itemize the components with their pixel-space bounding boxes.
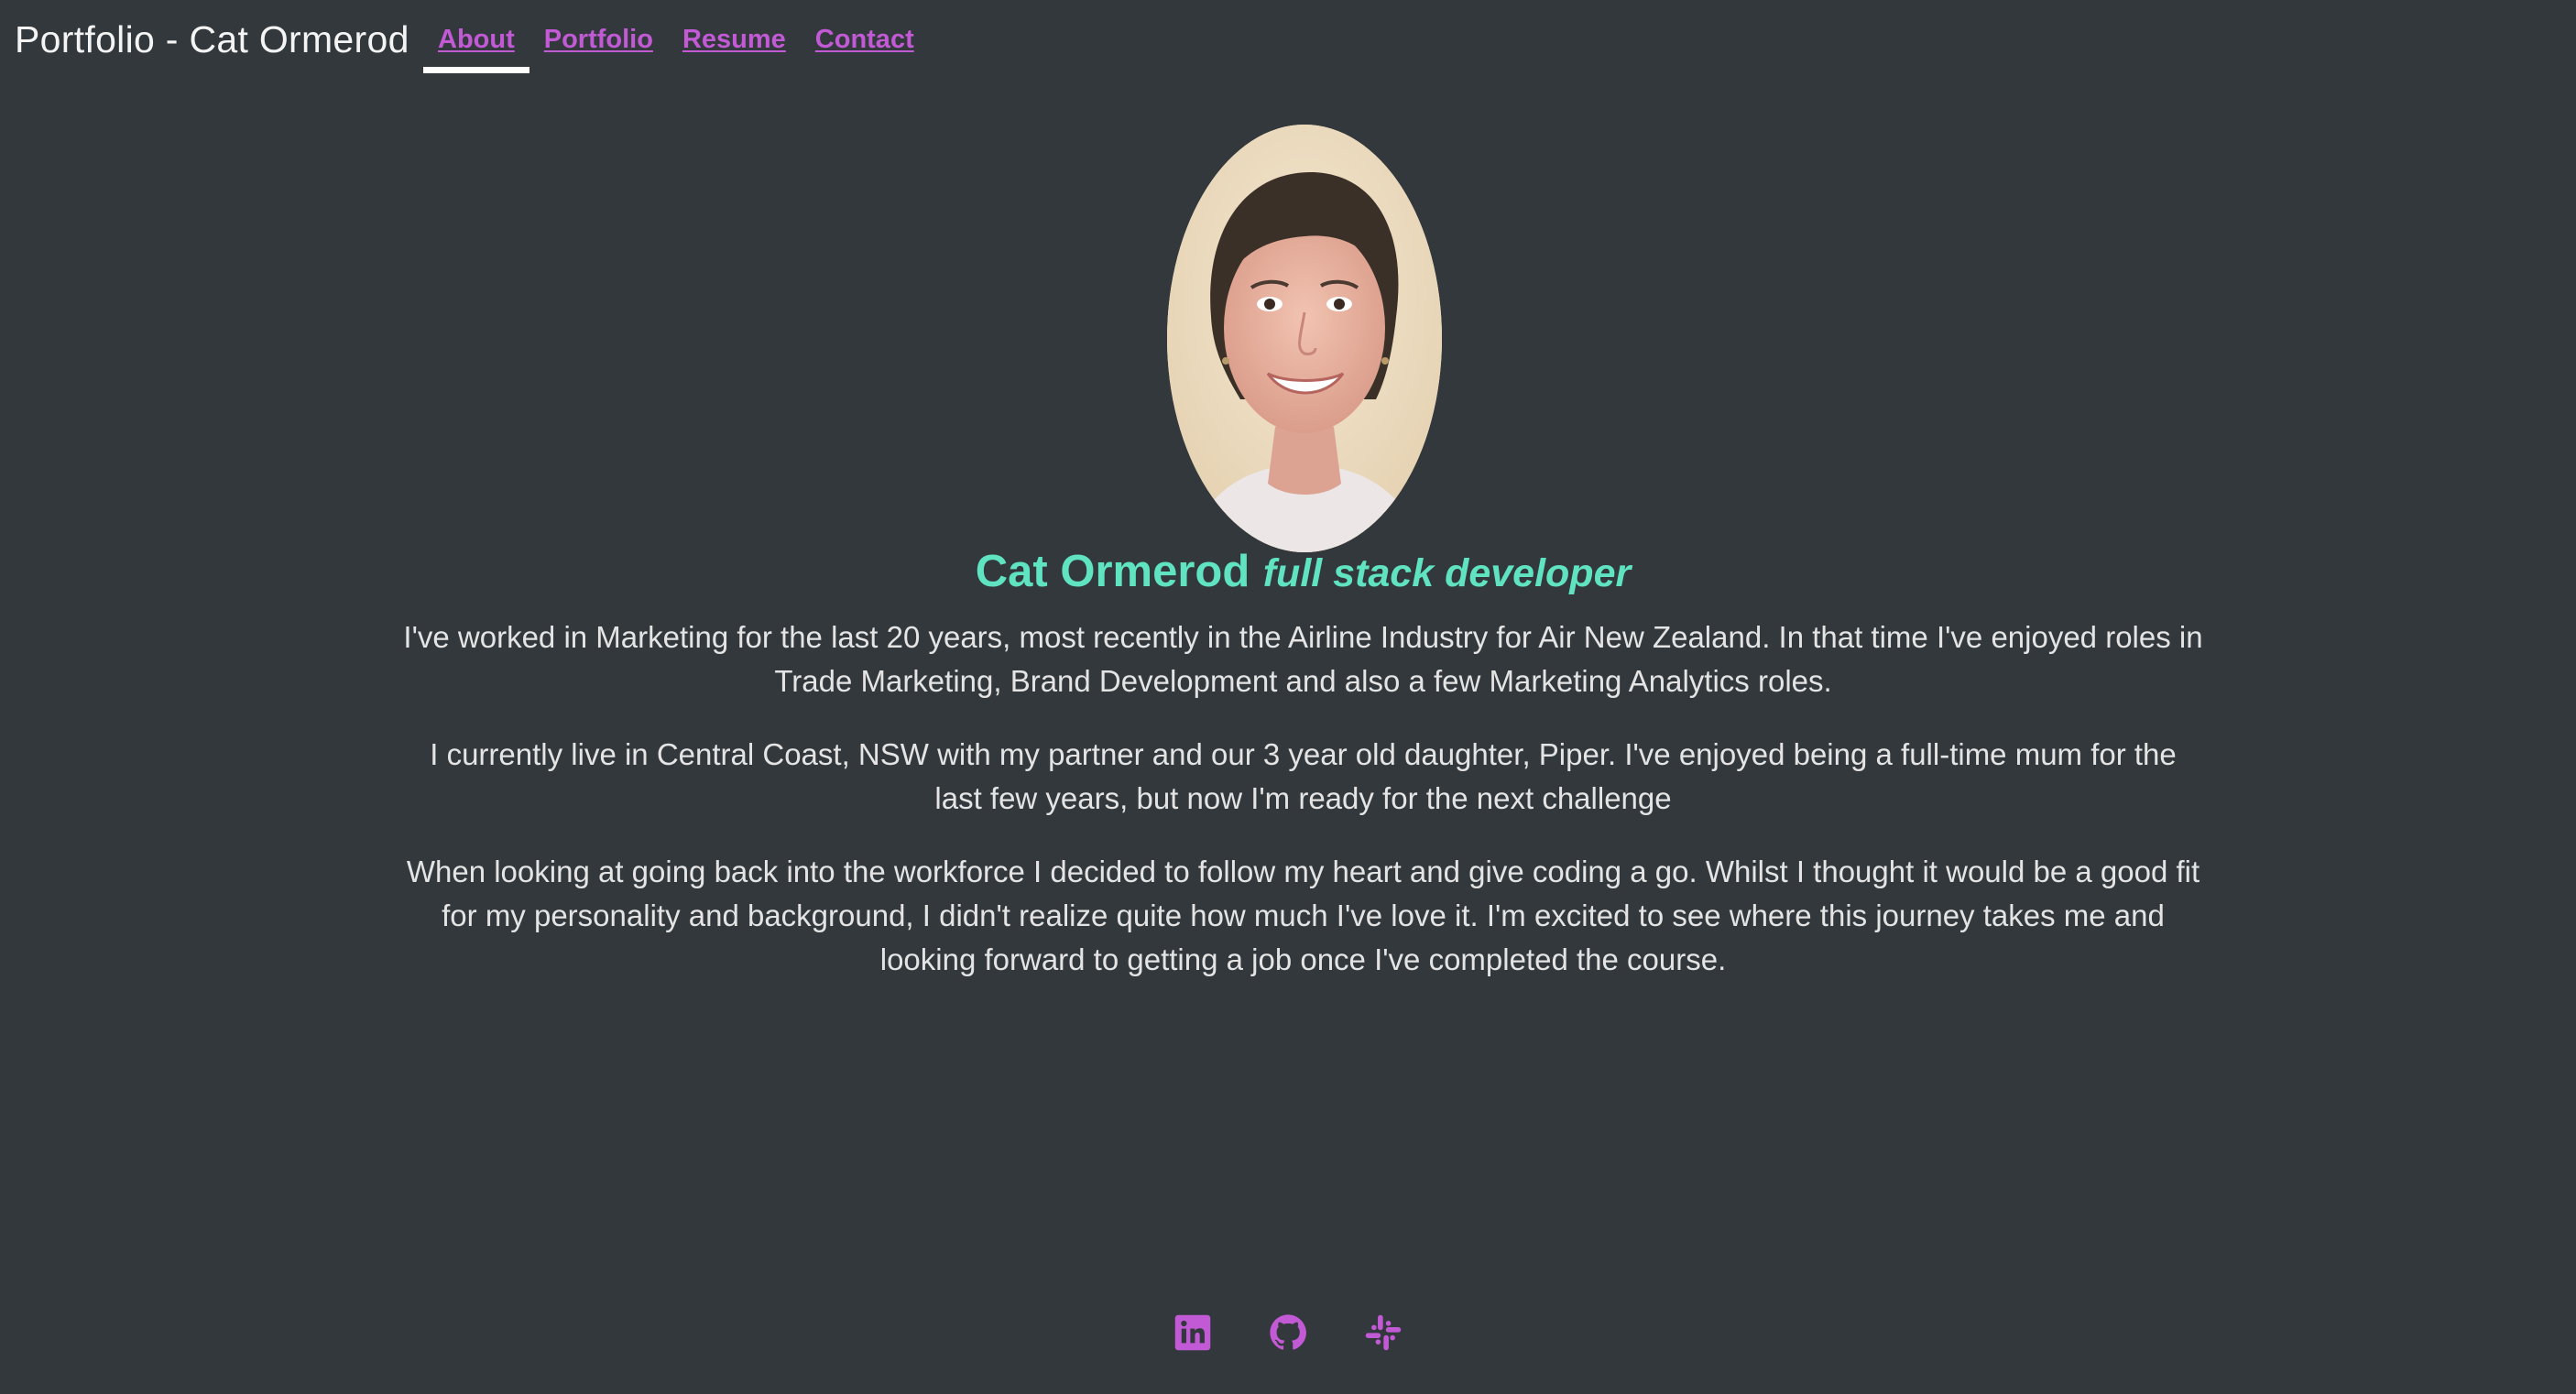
linkedin-icon[interactable] (1173, 1313, 1212, 1352)
bio-paragraph: When looking at going back into the work… (406, 855, 2200, 976)
social-links (0, 1313, 2576, 1352)
nav-link-portfolio[interactable]: Portfolio (544, 25, 653, 55)
profile-role: full stack developer (1262, 551, 1632, 595)
nav-item-portfolio[interactable]: Portfolio (529, 0, 668, 75)
nav-item-contact[interactable]: Contact (801, 0, 929, 75)
profile-headline: Cat Ormerod full stack developer (0, 546, 2576, 597)
bio-paragraph: I've worked in Marketing for the last 20… (403, 620, 2203, 698)
nav-item-about[interactable]: About (423, 0, 529, 75)
bio-section: I've worked in Marketing for the last 20… (403, 615, 2203, 1011)
page: Portfolio - Cat Ormerod About Portfolio … (0, 0, 2576, 1394)
nav-link-resume[interactable]: Resume (682, 25, 786, 55)
slack-icon[interactable] (1364, 1313, 1403, 1352)
nav-link-contact[interactable]: Contact (815, 25, 914, 55)
site-title: Portfolio - Cat Ormerod (15, 18, 409, 60)
main-nav: About Portfolio Resume Contact (423, 0, 929, 75)
nav-link-about[interactable]: About (438, 25, 515, 55)
profile-photo (1167, 125, 1442, 552)
github-icon[interactable] (1269, 1313, 1307, 1352)
bio-paragraph: I currently live in Central Coast, NSW w… (430, 737, 2177, 815)
profile-name: Cat Ormerod (975, 547, 1250, 596)
nav-item-resume[interactable]: Resume (668, 0, 801, 75)
site-header: Portfolio - Cat Ormerod About Portfolio … (0, 0, 2576, 82)
